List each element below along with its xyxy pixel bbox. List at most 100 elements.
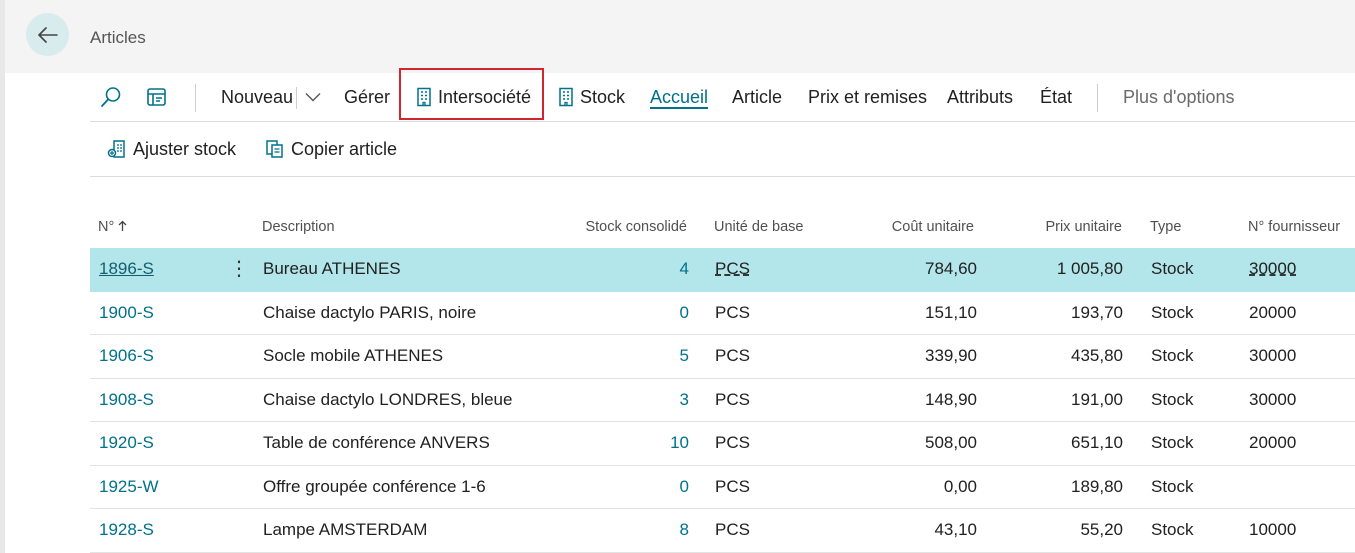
item-no[interactable]: 1928-S [99,520,154,540]
item-cost: 151,10 [925,302,977,322]
table-row[interactable]: 1896-S ⋮ Bureau ATHENES 4 PCS 784,60 1 0… [90,248,1355,292]
item-description: Table de conférence ANVERS [263,433,490,452]
table-row[interactable]: 1906-S Socle mobile ATHENES 5 PCS 339,90… [90,335,1355,379]
item-no[interactable]: 1896-S [99,259,154,279]
table-row[interactable]: 1920-S Table de conférence ANVERS 10 PCS… [90,422,1355,466]
item-type: Stock [1151,520,1194,539]
separator [1097,84,1098,112]
item-price: 189,80 [1071,476,1123,496]
page-header [5,0,1355,73]
item-type: Stock [1151,259,1194,278]
item-no[interactable]: 1900-S [99,303,154,323]
item-vendor: 30000 [1249,346,1297,365]
item-stock[interactable]: 10 [670,433,689,453]
adjust-stock-button[interactable]: Ajuster stock [107,122,236,176]
item-stock[interactable]: 0 [680,303,689,323]
item-cost: 339,90 [925,346,977,365]
search-icon [101,87,121,107]
column-header-description[interactable]: Description [262,219,335,235]
table-row[interactable]: 1928-S Lampe AMSTERDAM 8 PCS 43,10 55,20… [90,509,1355,553]
item-stock[interactable]: 5 [680,346,689,366]
column-header-vendor[interactable]: N° fournisseur [1248,219,1340,235]
item-vendor[interactable]: 30000 [1249,259,1296,279]
column-header-cost[interactable]: Coût unitaire [892,219,974,235]
item-stock[interactable]: 8 [680,520,689,540]
item-no[interactable]: 1925-W [99,477,159,497]
item-price: 55,20 [1080,520,1123,539]
filter-pane-button[interactable] [146,73,168,121]
sort-ascending-icon [118,220,127,231]
tab-attributes[interactable]: Attributs [947,73,1013,121]
item-cost: 508,00 [925,433,977,452]
column-header-stock[interactable]: Stock consolidé [585,219,687,235]
item-description: Bureau ATHENES [263,259,401,278]
item-cost: 43,10 [934,520,977,539]
item-unit: PCS [715,302,750,322]
new-dropdown-button[interactable] [305,73,321,121]
item-no[interactable]: 1906-S [99,346,154,366]
item-unit: PCS [715,389,750,409]
table-row[interactable]: 1908-S Chaise dactylo LONDRES, bleue 3 P… [90,379,1355,422]
stock-menu[interactable]: Stock [558,73,625,121]
column-header-unit[interactable]: Unité de base [714,219,803,235]
item-type: Stock [1151,476,1194,496]
item-type: Stock [1151,433,1194,452]
column-header-price[interactable]: Prix unitaire [1045,219,1122,235]
item-type: Stock [1151,302,1194,322]
table-row[interactable]: 1925-W Offre groupée conférence 1-6 0 PC… [90,466,1355,509]
item-cost: 0,00 [943,476,977,496]
item-unit[interactable]: PCS [715,259,750,279]
copy-item-button[interactable]: Copier article [265,122,397,176]
home-label: Accueil [650,86,709,107]
adjust-stock-label: Ajuster stock [133,138,237,159]
item-description: Chaise dactylo LONDRES, bleue [263,389,513,409]
building-icon [558,87,574,107]
item-unit: PCS [715,346,750,365]
column-header-no-label: N° [98,219,115,235]
item-vendor: 20000 [1249,302,1297,322]
row-actions-button[interactable]: ⋮ [229,256,249,281]
item-no[interactable]: 1920-S [99,433,154,453]
table-header: N° Description Stock consolidé Unité de … [90,205,1355,247]
item-price: 1 005,80 [1056,259,1123,278]
item-stock[interactable]: 4 [680,259,689,279]
manage-menu[interactable]: Gérer [344,73,390,121]
separator [296,87,297,109]
highlight-box [399,68,544,120]
item-description: Socle mobile ATHENES [263,346,444,365]
back-button[interactable] [26,13,69,56]
item-price: 435,80 [1071,346,1123,365]
table-row[interactable]: 1900-S Chaise dactylo PARIS, noire 0 PCS… [90,292,1355,335]
stock-label: Stock [580,86,626,107]
item-stock[interactable]: 3 [680,390,689,410]
item-cost: 784,60 [925,259,977,278]
item-vendor: 30000 [1249,389,1297,409]
tab-home[interactable]: Accueil [650,73,709,121]
tab-state[interactable]: État [1040,73,1072,121]
item-unit: PCS [715,476,750,496]
item-price: 193,70 [1071,302,1123,322]
chevron-down-icon [305,93,321,102]
separator [195,84,196,112]
action-bar: Nouveau Gérer Intersociété Stock Accueil [90,73,1355,122]
left-edge [0,0,5,553]
copy-icon [265,139,285,159]
item-unit: PCS [715,433,750,452]
item-vendor: 10000 [1249,520,1297,539]
search-button[interactable] [100,73,122,121]
arrow-left-icon [37,26,58,43]
item-price: 651,10 [1071,433,1123,452]
column-header-type[interactable]: Type [1150,219,1181,235]
tab-prices-discounts[interactable]: Prix et remises [808,73,927,121]
more-options-button[interactable]: Plus d'options [1123,73,1235,121]
item-description: Chaise dactylo PARIS, noire [263,302,477,322]
item-description: Lampe AMSTERDAM [263,520,428,539]
item-stock[interactable]: 0 [680,477,689,497]
item-no[interactable]: 1908-S [99,390,154,410]
page-title: Articles [90,28,146,47]
adjust-stock-icon [107,139,127,159]
column-header-no[interactable]: N° [98,219,127,235]
tab-item[interactable]: Article [732,73,782,121]
item-price: 191,00 [1071,389,1123,409]
new-button[interactable]: Nouveau [221,73,293,121]
